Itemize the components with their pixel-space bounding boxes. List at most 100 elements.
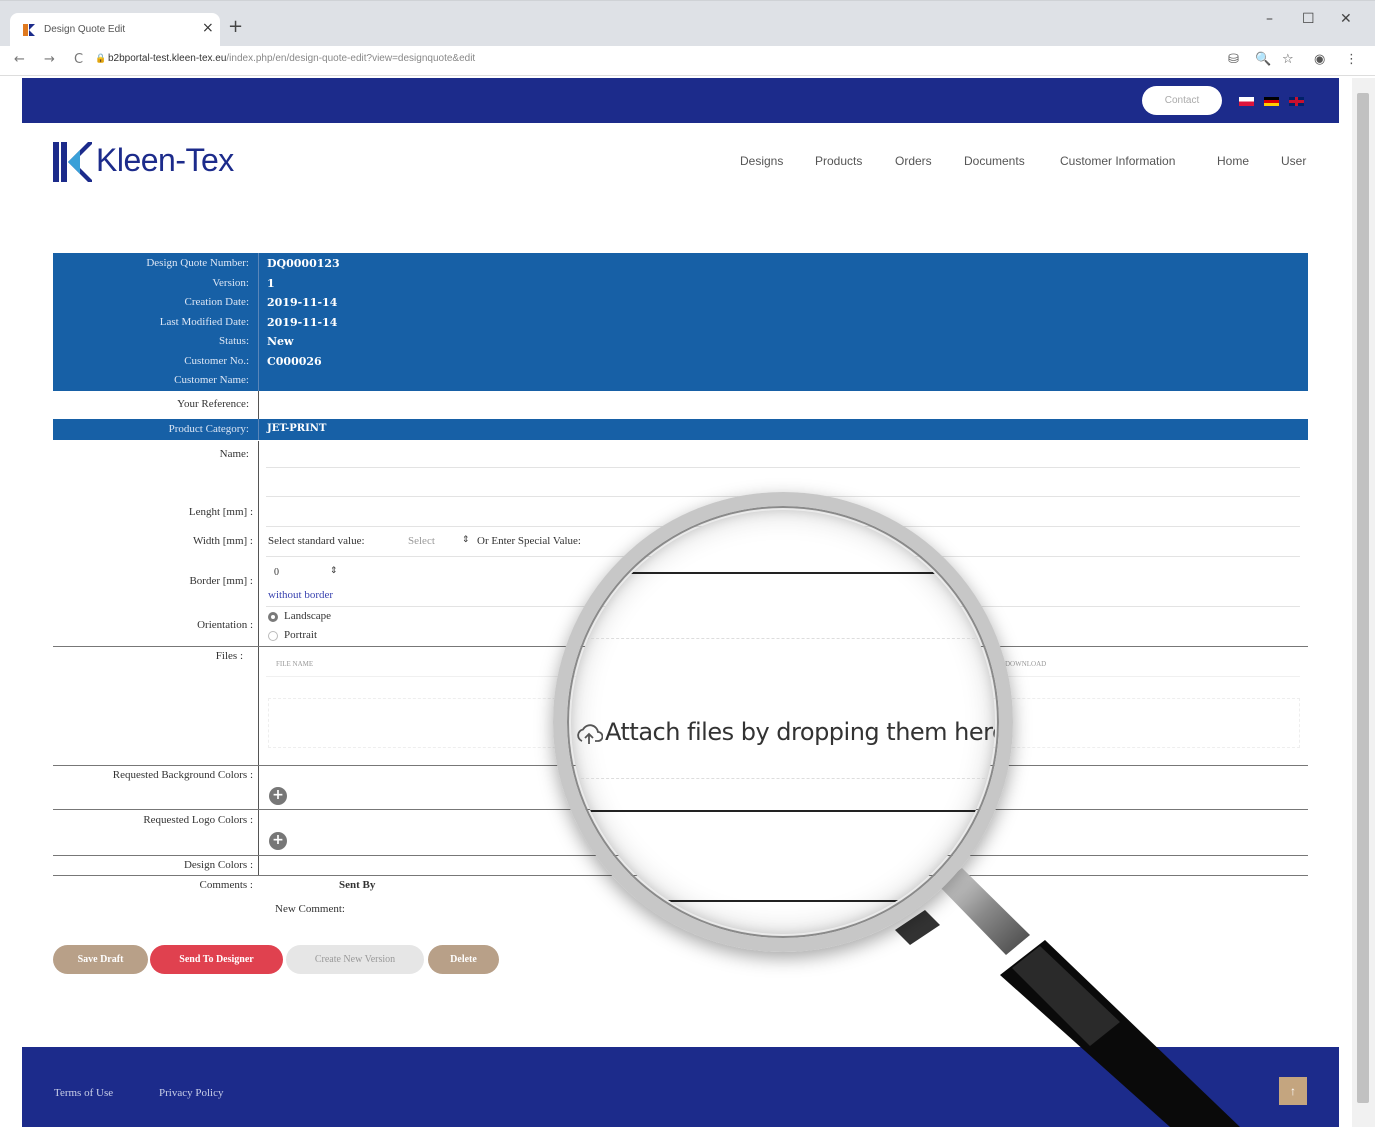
status-value: New: [267, 335, 294, 348]
creation-date-label: Creation Date:: [184, 296, 249, 308]
files-col-name: FILE NAME: [276, 660, 314, 668]
quote-number-label: Design Quote Number:: [146, 257, 249, 269]
select-arrow-icon: ⇕: [462, 534, 470, 544]
reload-icon[interactable]: C: [74, 52, 83, 67]
flag-uk-icon[interactable]: [1289, 97, 1304, 106]
magnifier-lens: Attach files by dropping them here: [553, 492, 1013, 952]
address-bar: ← → C 🔒 b2bportal-test.kleen-tex.eu/inde…: [0, 46, 1375, 76]
url-host: b2bportal-test.kleen-tex.eu: [108, 53, 227, 64]
landscape-radio[interactable]: [268, 612, 278, 622]
quote-info-panel: Design Quote Number: DQ0000123 Version: …: [53, 253, 1308, 391]
delete-button[interactable]: Delete: [428, 945, 499, 974]
tab-title: Design Quote Edit: [44, 24, 126, 35]
product-category-row: Product Category: JET-PRINT: [53, 419, 1308, 440]
flag-pl-icon[interactable]: [1239, 97, 1254, 106]
customer-no-label: Customer No.:: [184, 355, 249, 367]
version-value: 1: [267, 277, 275, 290]
info-divider: [258, 253, 259, 391]
maximize-icon[interactable]: ☐: [1302, 11, 1315, 27]
new-tab-icon[interactable]: +: [228, 16, 243, 37]
browser-tab-bar: Design Quote Edit × + – ☐ ✕: [0, 0, 1375, 47]
orientation-label: Orientation :: [197, 619, 253, 631]
width-select[interactable]: Select ⇕: [405, 532, 475, 550]
close-window-icon[interactable]: ✕: [1340, 11, 1352, 27]
customer-name-label: Customer Name:: [174, 374, 249, 386]
lock-icon: 🔒: [95, 54, 107, 64]
status-label: Status:: [219, 335, 249, 347]
top-bar: Contact: [22, 78, 1339, 123]
terms-link[interactable]: Terms of Use: [54, 1087, 113, 1099]
border-select[interactable]: 0 ⇕: [268, 562, 344, 582]
profile-icon[interactable]: ◉: [1314, 52, 1325, 67]
width-select-text: Select standard value:: [268, 535, 365, 547]
portrait-radio[interactable]: [268, 631, 278, 641]
logo-mark-icon: [53, 142, 92, 182]
menu-kebab-icon[interactable]: ⋮: [1345, 52, 1358, 67]
length-label: Lenght [mm] :: [188, 506, 253, 518]
nav-orders[interactable]: Orders: [895, 154, 932, 168]
send-to-designer-button[interactable]: Send To Designer: [150, 945, 283, 974]
new-comment-label: New Comment:: [275, 903, 345, 915]
name-line-1: [266, 467, 1300, 468]
lens-ring: [553, 492, 1013, 952]
comments-label: Comments :: [199, 879, 253, 891]
width-label: Width [mm] :: [192, 535, 253, 547]
border-arrow-icon: ⇕: [330, 565, 338, 575]
save-draft-button[interactable]: Save Draft: [53, 945, 148, 974]
page-scrollbar[interactable]: [1352, 78, 1375, 1127]
category-divider: [258, 419, 259, 440]
back-icon[interactable]: ←: [14, 52, 25, 67]
sent-by-header: Sent By: [339, 879, 376, 891]
extension-icon[interactable]: ⛁: [1228, 52, 1239, 67]
form-divider-main: [258, 441, 259, 876]
nav-products[interactable]: Products: [815, 154, 862, 168]
customer-no-value: C000026: [267, 355, 322, 368]
forward-icon[interactable]: →: [44, 52, 55, 67]
landscape-label: Landscape: [284, 610, 332, 622]
without-border-link[interactable]: without border: [268, 589, 333, 601]
zoom-icon[interactable]: 🔍: [1255, 52, 1271, 67]
scroll-to-top-button[interactable]: ↑: [1279, 1077, 1307, 1105]
scrollbar-thumb[interactable]: [1357, 93, 1369, 1103]
last-modified-value: 2019-11-14: [267, 316, 338, 329]
minimize-icon[interactable]: –: [1266, 11, 1273, 27]
nav-customer-information[interactable]: Customer Information: [1060, 154, 1175, 168]
contact-button[interactable]: Contact: [1142, 86, 1222, 115]
tab-close-icon[interactable]: ×: [202, 20, 214, 36]
favicon-icon: [23, 24, 35, 36]
portrait-label: Portrait: [284, 629, 317, 641]
product-category-value: JET-PRINT: [267, 423, 327, 434]
browser-tab[interactable]: Design Quote Edit ×: [10, 13, 220, 47]
quote-number-value: DQ0000123: [267, 257, 340, 270]
border-value: 0: [274, 567, 279, 578]
name-input[interactable]: [266, 446, 1300, 468]
creation-date-value: 2019-11-14: [267, 296, 338, 309]
your-reference-input[interactable]: [262, 394, 1302, 416]
logo-text: Kleen-Tex: [96, 142, 234, 178]
nav-user[interactable]: User: [1281, 154, 1306, 168]
flag-de-icon[interactable]: [1264, 97, 1279, 106]
your-reference-label: Your Reference:: [177, 398, 249, 410]
add-logo-color-icon[interactable]: +: [269, 832, 287, 850]
design-colors-label: Design Colors :: [183, 859, 253, 871]
req-logo-colors-label: Requested Logo Colors :: [143, 814, 253, 826]
nav-designs[interactable]: Designs: [740, 154, 783, 168]
width-select-placeholder: Select: [408, 535, 435, 547]
nav-home[interactable]: Home: [1217, 154, 1249, 168]
last-modified-label: Last Modified Date:: [159, 316, 249, 328]
product-category-label: Product Category:: [168, 423, 249, 435]
privacy-link[interactable]: Privacy Policy: [159, 1087, 223, 1099]
version-label: Version:: [212, 277, 249, 289]
kleen-tex-logo[interactable]: Kleen-Tex: [52, 140, 302, 184]
req-bg-colors-label: Requested Background Colors :: [112, 769, 253, 781]
footer: Terms of Use Privacy Policy ↑: [22, 1047, 1339, 1127]
url-path: /index.php/en/design-quote-edit?view=des…: [226, 53, 476, 64]
nav-documents[interactable]: Documents: [964, 154, 1025, 168]
add-bg-color-icon[interactable]: +: [269, 787, 287, 805]
bookmark-star-icon[interactable]: ☆: [1282, 52, 1294, 67]
files-label: Files :: [215, 650, 243, 662]
name-label: Name:: [219, 448, 249, 460]
url-field[interactable]: b2bportal-test.kleen-tex.eu/index.php/en…: [108, 53, 475, 64]
create-new-version-button[interactable]: Create New Version: [286, 945, 424, 974]
border-label: Border [mm] :: [189, 575, 253, 587]
